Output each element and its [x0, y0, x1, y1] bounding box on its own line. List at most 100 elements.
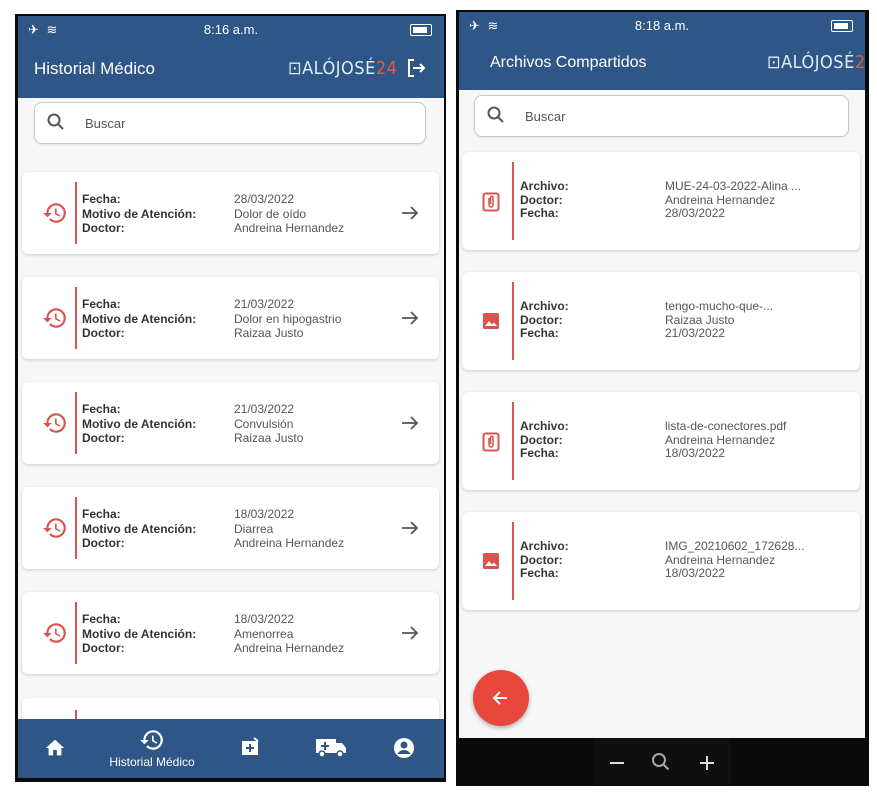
label-archivo: Archivo: — [520, 179, 569, 193]
file-date: 18/03/2022 — [665, 566, 726, 580]
card-labels: Archivo: Doctor: Fecha: — [520, 299, 569, 341]
label-doctor: Doctor: — [520, 432, 563, 447]
logo-number: 24 — [854, 52, 865, 73]
status-bar: ✈ ︎≋ 8:18 a.m. — [459, 12, 865, 40]
card-labels: Archivo: Doctor: Fecha: — [520, 419, 569, 461]
arrow-right-icon[interactable] — [400, 413, 420, 438]
file-date: 18/03/2022 — [665, 446, 726, 460]
image-icon — [482, 312, 500, 335]
label-doctor: Doctor: — [82, 221, 125, 235]
label-doctor: Doctor: — [520, 192, 563, 207]
image-icon — [482, 552, 500, 575]
label-fecha: Fecha: — [82, 507, 121, 521]
label-fecha: Fecha: — [82, 297, 121, 311]
file-card[interactable]: Archivo: Doctor: Fecha: MUE-24-03-2022-A… — [462, 152, 860, 250]
record-card[interactable]: Fecha: Motivo de Atención: Doctor: 21/03… — [22, 277, 439, 359]
bottom-nav: Historial Médico — [18, 719, 444, 778]
label-fecha: Fecha: — [520, 446, 559, 460]
file-card[interactable]: Archivo: Doctor: Fecha: IMG_20210602_172… — [462, 512, 860, 610]
zoom-in-icon[interactable] — [697, 753, 717, 773]
card-divider — [75, 287, 77, 349]
label-archivo: Archivo: — [520, 419, 569, 433]
record-date: 18/03/2022 — [234, 612, 295, 626]
label-doctor: Doctor: — [82, 326, 125, 340]
label-fecha: Fecha: — [82, 402, 121, 416]
card-divider — [512, 402, 514, 480]
record-date: 28/03/2022 — [234, 192, 295, 206]
logo-text: ALÓJOSÉ — [781, 52, 855, 73]
file-name: IMG_20210602_172628... — [665, 539, 805, 553]
search-icon — [47, 113, 65, 136]
nav-medical-kit-icon[interactable] — [238, 735, 262, 764]
record-doctor: Raizaa Justo — [234, 326, 304, 340]
zoom-controls — [593, 738, 731, 786]
card-values: lista-de-conectores.pdf Andreina Hernand… — [665, 419, 787, 461]
card-labels: Fecha: Motivo de Atención: Doctor: — [82, 402, 196, 446]
history-icon — [42, 515, 68, 546]
record-doctor: Andreina Hernandez — [234, 641, 345, 655]
nav-history-label: Historial Médico — [109, 755, 195, 769]
search-placeholder: Buscar — [85, 116, 126, 131]
card-divider — [512, 282, 514, 360]
card-values: IMG_20210602_172628... Andreina Hernande… — [665, 539, 805, 581]
record-date: 18/03/2022 — [234, 507, 295, 521]
page-title: Archivos Compartidos — [490, 54, 647, 71]
logo-text: ALÓJOSÉ — [302, 58, 376, 79]
record-card[interactable]: Fecha: Motivo de Atención: Doctor: 18/03… — [22, 487, 439, 569]
file-doctor: Andreina Hernandez — [665, 552, 776, 567]
card-labels: Fecha: Motivo de Atención: Doctor: — [82, 192, 196, 236]
file-name: MUE-24-03-2022-Alina ... — [665, 179, 802, 193]
status-time: 8:18 a.m. — [634, 18, 690, 33]
app-header: ✈ ︎≋ 8:18 a.m. Archivos Compartidos ⊡ALÓ… — [459, 12, 865, 90]
arrow-right-icon[interactable] — [400, 623, 420, 648]
file-card[interactable]: Archivo: Doctor: Fecha: tengo-mucho-que-… — [462, 272, 860, 370]
label-archivo: Archivo: — [520, 539, 569, 553]
card-divider — [75, 497, 77, 559]
nav-profile-icon[interactable] — [392, 736, 416, 765]
card-labels: Fecha: Motivo de Atención: Doctor: — [82, 297, 196, 341]
file-date: 21/03/2022 — [665, 326, 726, 340]
record-card[interactable]: Fecha: Motivo de Atención: Doctor: 21/03… — [22, 382, 439, 464]
label-doctor: Doctor: — [82, 641, 125, 655]
zoom-search-icon[interactable] — [651, 752, 671, 772]
label-motivo: Motivo de Atención: — [82, 311, 197, 326]
right-phone-screen: ✈ ︎≋ 8:18 a.m. Archivos Compartidos ⊡ALÓ… — [459, 12, 865, 738]
zoom-out-icon[interactable] — [607, 753, 627, 773]
arrow-right-icon[interactable] — [400, 308, 420, 333]
file-name: lista-de-conectores.pdf — [665, 419, 787, 433]
file-attachment-icon — [482, 432, 500, 457]
record-reason: Diarrea — [234, 521, 274, 536]
file-doctor: Andreina Hernandez — [665, 432, 776, 447]
history-icon — [42, 200, 68, 231]
label-motivo: Motivo de Atención: — [82, 626, 197, 641]
record-card[interactable]: Fecha: Motivo de Atención: Doctor: 28/03… — [22, 172, 439, 254]
nav-ambulance-icon[interactable] — [314, 734, 348, 765]
logo-number: 24 — [375, 58, 398, 79]
record-doctor: Andreina Hernandez — [234, 536, 345, 550]
history-icon — [42, 410, 68, 441]
nav-history[interactable]: Historial Médico — [102, 727, 202, 769]
back-fab-button[interactable] — [473, 670, 529, 726]
logo-mark-icon: ⊡ — [767, 52, 782, 73]
card-divider — [75, 182, 77, 244]
logout-icon[interactable] — [404, 56, 428, 85]
label-doctor: Doctor: — [520, 552, 563, 567]
history-icon — [42, 620, 68, 651]
card-labels: Archivo: Doctor: Fecha: — [520, 539, 569, 581]
record-reason: Convulsión — [234, 416, 294, 431]
search-input[interactable]: Buscar — [34, 102, 426, 144]
label-doctor: Doctor: — [82, 536, 125, 550]
page-title: Historial Médico — [34, 59, 155, 78]
arrow-right-icon[interactable] — [400, 518, 420, 543]
search-input[interactable]: Buscar — [474, 95, 849, 137]
record-reason: Amenorrea — [234, 626, 294, 641]
label-motivo: Motivo de Atención: — [82, 521, 197, 536]
record-card[interactable]: Fecha: Motivo de Atención: Doctor: 18/03… — [22, 592, 439, 674]
nav-home-icon[interactable] — [44, 737, 66, 764]
brand-logo: ⊡ALÓJOSÉ24 — [767, 52, 865, 73]
file-card[interactable]: Archivo: Doctor: Fecha: lista-de-conecto… — [462, 392, 860, 490]
record-reason: Dolor en hipogastrio — [234, 311, 342, 326]
status-time: 8:16 a.m. — [203, 22, 259, 37]
arrow-right-icon[interactable] — [400, 203, 420, 228]
card-labels: Fecha: Motivo de Atención: Doctor: — [82, 507, 196, 551]
